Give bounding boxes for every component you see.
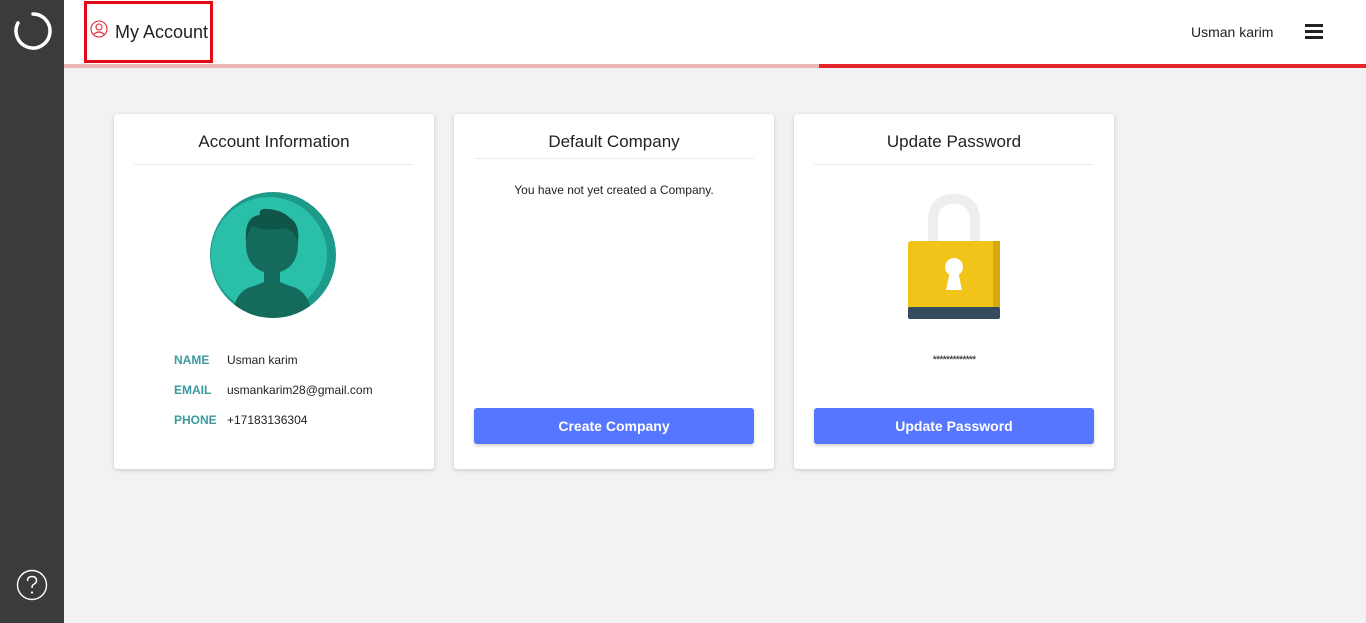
create-company-button[interactable]: Create Company [474, 408, 754, 444]
card-divider [474, 158, 754, 159]
user-name-link[interactable]: Usman karim [1191, 24, 1273, 40]
info-label: EMAIL [174, 383, 212, 397]
account-information-card: Account Information NAME Usman karim EMA… [114, 114, 434, 469]
info-label: PHONE [174, 413, 217, 427]
page-title-box: My Account [84, 1, 213, 63]
default-company-card: Default Company You have not yet created… [454, 114, 774, 469]
top-bar [64, 0, 1366, 64]
card-divider [134, 164, 414, 165]
empty-company-message: You have not yet created a Company. [514, 183, 714, 197]
header-progress-fill [819, 64, 1366, 68]
info-value: Usman karim [227, 353, 298, 367]
header-progress-bar [64, 64, 1366, 68]
info-value: usmankarim28@gmail.com [227, 383, 373, 397]
sidebar [0, 0, 64, 623]
info-value: +17183136304 [227, 413, 308, 427]
info-row-name: NAME Usman karim [174, 353, 298, 367]
page-title: My Account [115, 21, 209, 42]
hamburger-menu-icon[interactable] [1305, 24, 1323, 40]
card-title: Default Company [548, 132, 680, 151]
card-title: Account Information [198, 132, 350, 151]
loading-spinner-icon[interactable] [13, 11, 53, 51]
card-title: Update Password [886, 132, 1022, 151]
masked-password: ************* [932, 354, 977, 366]
padlock-icon [908, 193, 1000, 319]
card-divider [814, 164, 1094, 165]
info-label: NAME [174, 353, 210, 367]
update-password-button[interactable]: Update Password [814, 408, 1094, 444]
help-icon[interactable] [16, 569, 48, 601]
info-row-email: EMAIL usmankarim28@gmail.com [174, 383, 373, 397]
user-avatar-icon [210, 192, 336, 318]
user-circle-icon [90, 20, 108, 38]
info-row-phone: PHONE +17183136304 [174, 413, 307, 427]
update-password-card: Update Password ************* Update Pas… [794, 114, 1114, 469]
